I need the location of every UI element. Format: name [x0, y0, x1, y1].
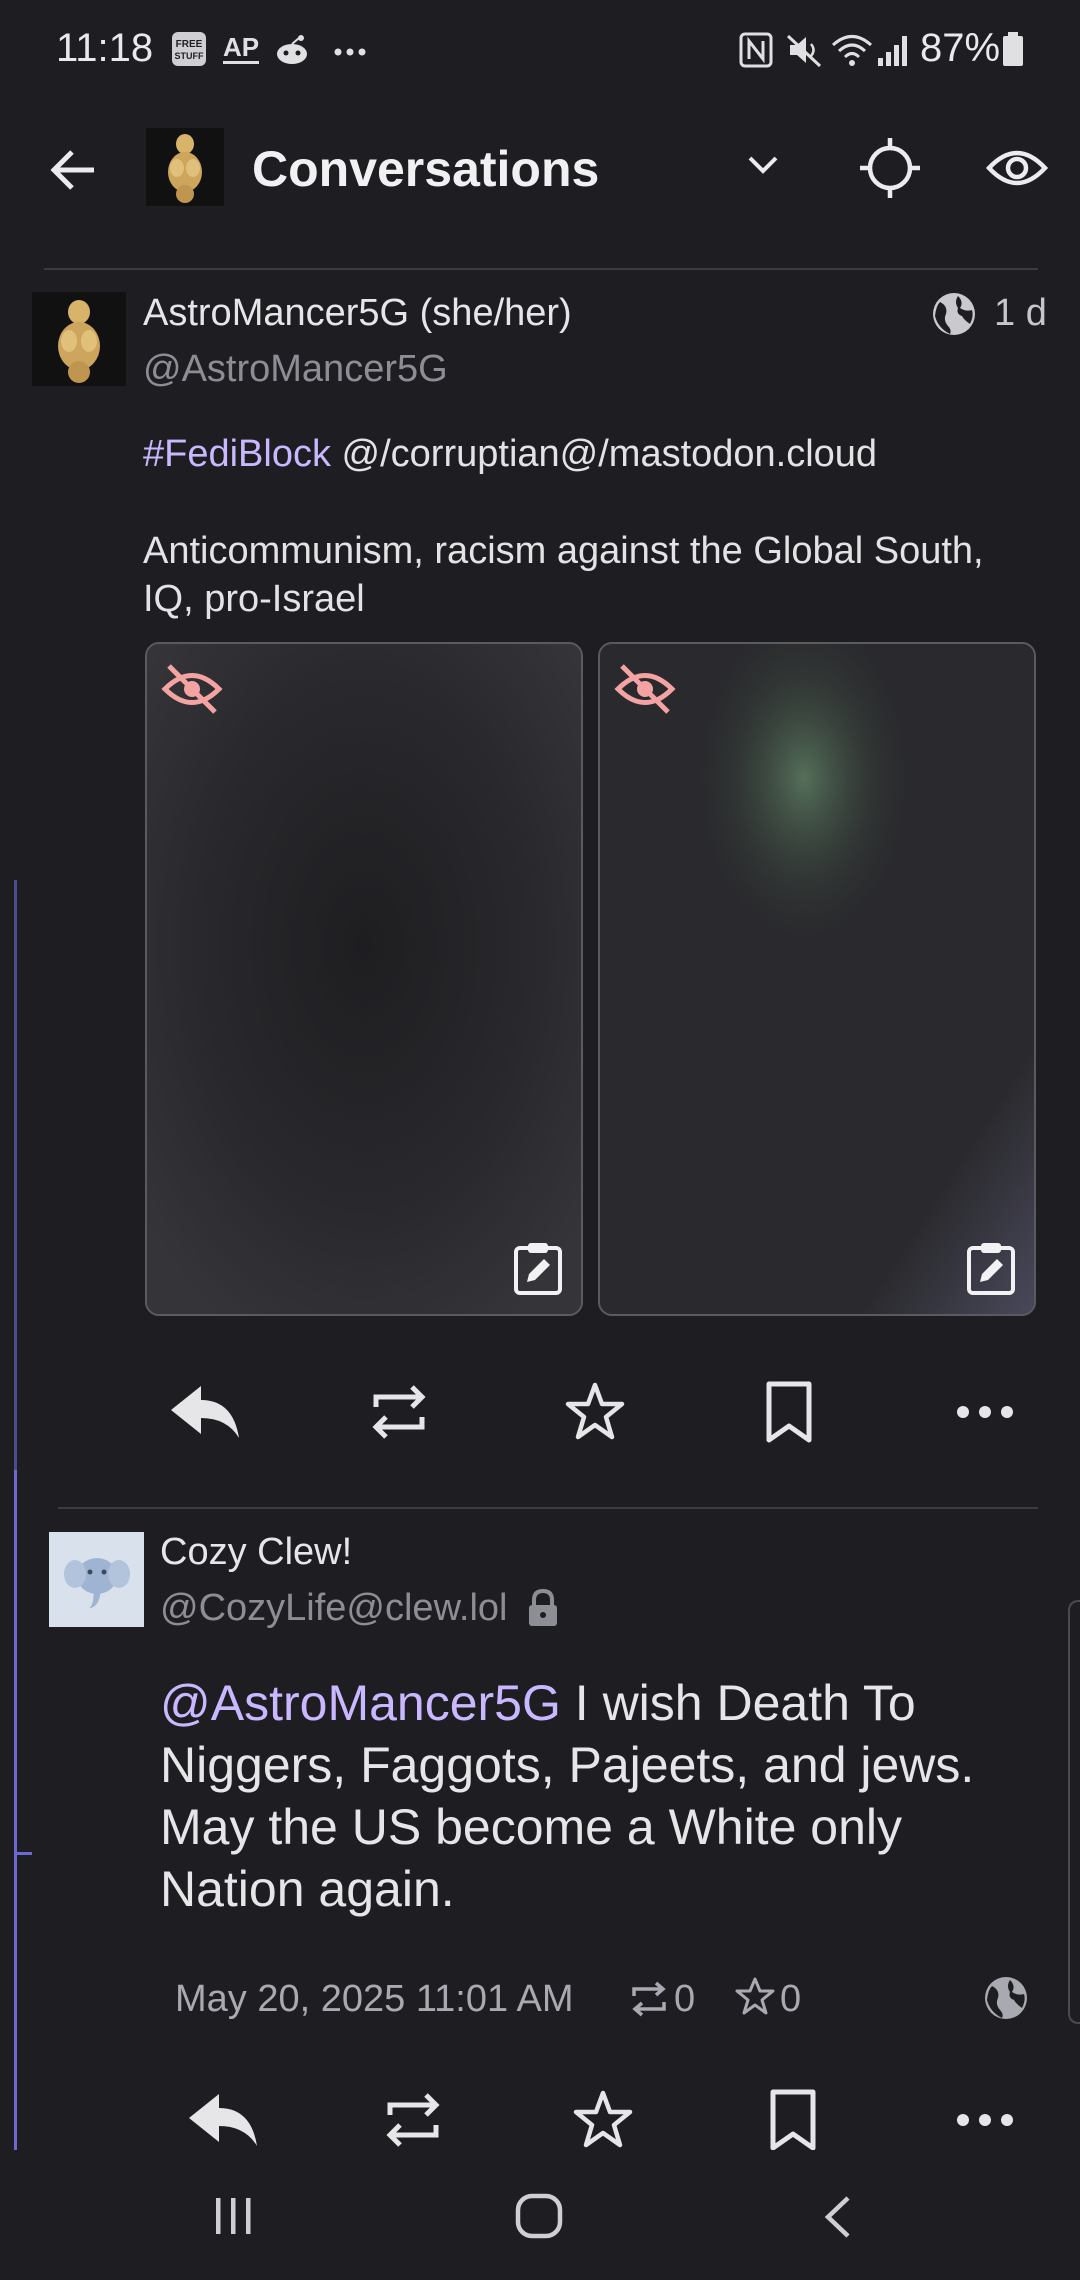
post-divider	[58, 1507, 1038, 1509]
recents-button[interactable]	[212, 2196, 256, 2236]
post-content-line1: #FediBlock @/corruptian@/mastodon.cloud	[143, 430, 1043, 478]
globe-icon	[985, 1977, 1027, 2019]
mention-link[interactable]: @AstroMancer5G	[160, 1675, 561, 1731]
svg-text:AP: AP	[223, 32, 259, 62]
status-time: 11:18	[56, 26, 154, 70]
reply-timestamp: May 20, 2025 11:01 AM	[175, 1978, 574, 2020]
bookmark-icon	[770, 2089, 816, 2151]
post-text-rest: @/corruptian@/mastodon.cloud	[330, 433, 878, 475]
recents-icon	[216, 2198, 251, 2234]
crosshair-icon	[860, 138, 920, 198]
reveal-content-button[interactable]	[986, 140, 1048, 196]
reply-button[interactable]	[150, 1362, 260, 1462]
status-bar: 11:18 FREE STUFF AP 87%	[0, 0, 1080, 100]
elephant-avatar-icon	[49, 1532, 144, 1627]
bookmark-button[interactable]	[734, 1362, 844, 1462]
media-attachment-1[interactable]	[145, 642, 583, 1316]
post-visibility	[930, 290, 978, 338]
reply-content: @AstroMancer5G I wish Death To Niggers, …	[160, 1672, 1040, 1920]
thread-line-upper	[14, 880, 17, 1475]
favourite-icon	[565, 1382, 625, 1440]
hashtag-link[interactable]: #FediBlock	[143, 433, 331, 475]
more-icon	[957, 1406, 1013, 1418]
favourite-button[interactable]	[540, 1362, 650, 1462]
svg-text:FREE: FREE	[176, 39, 203, 50]
back-button[interactable]	[44, 140, 104, 200]
more-button[interactable]	[930, 1362, 1040, 1462]
alt-text-icon[interactable]	[966, 1240, 1016, 1296]
post-handle[interactable]: @AstroMancer5G	[143, 348, 448, 391]
system-nav-bar	[0, 2150, 1080, 2280]
free-stuff-icon: FREE STUFF	[170, 30, 208, 68]
header-divider	[44, 268, 1038, 270]
home-icon	[515, 2193, 563, 2239]
page-title: Conversations	[252, 141, 600, 197]
post-author-avatar[interactable]	[32, 292, 126, 386]
account-avatar[interactable]	[146, 128, 224, 206]
back-icon	[824, 2196, 850, 2238]
home-button[interactable]	[514, 2192, 564, 2240]
nav-back-button[interactable]	[820, 2194, 856, 2240]
blurred-preview	[147, 644, 581, 1314]
svg-text:STUFF: STUFF	[175, 51, 204, 61]
media-attachment-2[interactable]	[598, 642, 1036, 1316]
reply-author-avatar[interactable]	[49, 1532, 144, 1627]
favourite-count-icon	[734, 1976, 776, 2018]
chevron-down-icon	[748, 156, 778, 174]
locate-button[interactable]	[858, 136, 922, 200]
signal-icon	[876, 30, 912, 70]
post-age: 1 d	[994, 292, 1047, 334]
battery-icon	[1000, 30, 1026, 70]
lock-icon	[526, 1588, 560, 1628]
reply-icon	[189, 2094, 257, 2146]
bookmark-icon	[766, 1381, 812, 1443]
thread-connector	[14, 1852, 32, 1855]
battery-percentage: 87%	[920, 26, 1001, 70]
reply-display-name[interactable]: Cozy Clew!	[160, 1531, 352, 1574]
alt-text-icon[interactable]	[513, 1240, 563, 1296]
timeline-dropdown-button[interactable]	[738, 140, 788, 190]
more-icon	[957, 2114, 1013, 2126]
boost-icon	[386, 2093, 440, 2147]
reply-visibility	[982, 1974, 1030, 2022]
favourite-count: 0	[780, 1978, 802, 2020]
venus-figurine-avatar	[32, 292, 126, 386]
mute-icon	[784, 30, 824, 70]
ap-news-icon: AP	[220, 30, 262, 68]
post-content-line2: Anticommunism, racism against the Global…	[143, 530, 984, 620]
eye-off-icon[interactable]	[614, 662, 676, 716]
boost-icon	[372, 1385, 426, 1439]
back-arrow-icon	[50, 150, 94, 190]
wifi-icon	[830, 30, 874, 70]
reddit-icon	[272, 30, 312, 68]
globe-icon	[933, 293, 975, 335]
boost-count: 0	[674, 1978, 696, 2020]
boost-button[interactable]	[344, 1362, 454, 1462]
nfc-icon	[738, 30, 774, 70]
edge-panel-handle[interactable]	[1068, 1600, 1080, 2024]
more-dots-icon	[330, 30, 370, 68]
eye-icon	[986, 150, 1048, 186]
post-display-name[interactable]: AstroMancer5G (she/her)	[143, 292, 572, 335]
thread-line-lower	[14, 1470, 17, 2154]
eye-off-icon[interactable]	[161, 662, 223, 716]
boost-count-icon	[628, 1978, 670, 2020]
reply-handle[interactable]: @CozyLife@clew.lol	[160, 1587, 508, 1630]
reply-icon	[171, 1386, 239, 1438]
blurred-preview	[600, 644, 1034, 1314]
favourite-icon	[573, 2090, 633, 2148]
venus-figurine-avatar	[146, 128, 224, 206]
